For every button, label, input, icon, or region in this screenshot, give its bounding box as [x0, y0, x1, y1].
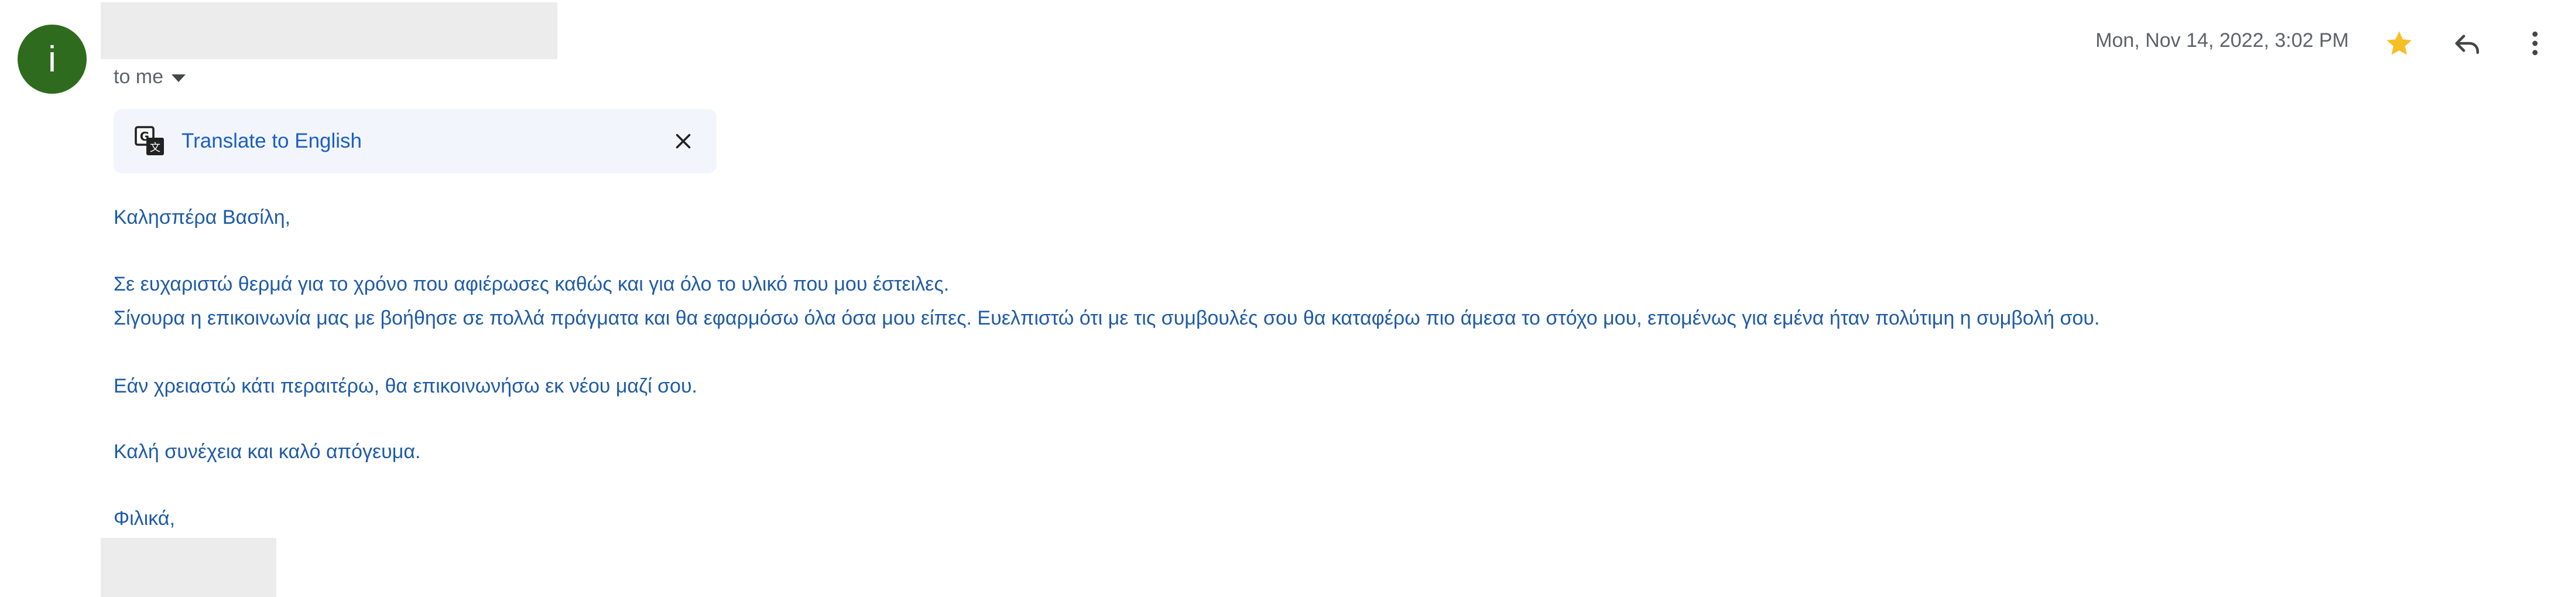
- body-paragraph-1-line-1: Σε ευχαριστώ θερμά για το χρόνο που αφιέ…: [114, 273, 950, 295]
- body-paragraph-3: Καλή συνέχεια και καλό απόγευμα.: [114, 441, 421, 463]
- message-date: Mon, Nov 14, 2022, 3:02 PM: [2095, 29, 2349, 52]
- star-button[interactable]: [2376, 20, 2423, 67]
- reply-button[interactable]: [2444, 20, 2491, 67]
- chevron-down-icon: [172, 74, 186, 82]
- close-icon: [676, 134, 691, 149]
- translate-banner: G 文 Translate to English: [114, 109, 717, 173]
- body-paragraph-1-line-2: Σίγουρα η επικοινωνία μας με βοήθησε σε …: [114, 307, 2100, 329]
- body-paragraph-2: Εάν χρειαστώ κάτι περαιτέρω, θα επικοινω…: [114, 375, 698, 397]
- svg-text:文: 文: [150, 142, 160, 154]
- recipient-label: to me: [114, 66, 164, 88]
- close-translate-button[interactable]: [666, 124, 700, 158]
- reply-icon: [2455, 35, 2479, 54]
- translate-to-english-link[interactable]: Translate to English: [181, 129, 362, 153]
- recipient-details-toggle[interactable]: to me: [114, 66, 186, 88]
- avatar[interactable]: i: [18, 25, 87, 94]
- translate-icon: G 文: [135, 126, 164, 155]
- redacted-sender-name: [101, 2, 557, 59]
- star-icon: [2386, 31, 2412, 55]
- signoff-text: Φιλικά,: [114, 507, 175, 530]
- more-options-button[interactable]: [2512, 20, 2558, 67]
- redacted-signature: [101, 538, 276, 597]
- email-message: i to me Mon, Nov 14, 2022, 3:02 PM G 文 T…: [0, 0, 2576, 597]
- more-vert-icon: [2532, 31, 2538, 56]
- greeting-text: Καλησπέρα Βασίλη,: [114, 206, 291, 228]
- avatar-letter: i: [48, 39, 56, 80]
